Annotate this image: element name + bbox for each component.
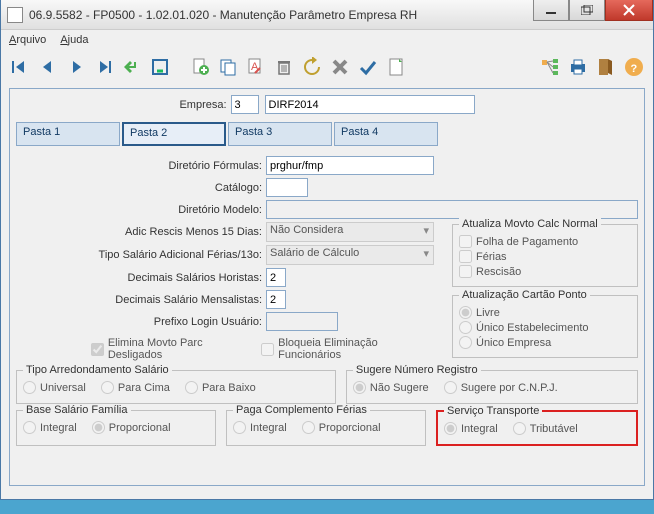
close-button[interactable] (605, 0, 653, 21)
sugere-numero-fieldset: Sugere Número Registro Não Sugere Sugere… (346, 370, 638, 404)
content-panel: Empresa: Pasta 1 Pasta 2 Pasta 3 Pasta 4… (9, 88, 645, 486)
diretorio-modelo-input[interactable] (266, 200, 638, 219)
paga-proporcional-radio[interactable]: Proporcional (302, 421, 381, 434)
svg-text:?: ? (631, 63, 638, 75)
exit-icon[interactable] (593, 54, 619, 80)
menu-ajuda[interactable]: Ajuda (60, 34, 88, 46)
tipo-salario-label: Tipo Salário Adicional Férias/13o: (16, 249, 266, 261)
catalogo-label: Catálogo: (16, 182, 266, 194)
unico-estab-radio[interactable]: Único Estabelecimento (459, 321, 631, 334)
empresa-name-input[interactable] (265, 95, 475, 114)
adic-rescis-label: Adic Rescis Menos 15 Dias: (16, 226, 266, 238)
transporte-integral-radio[interactable]: Integral (444, 422, 498, 435)
maximize-button[interactable] (569, 0, 605, 21)
tabs: Pasta 1 Pasta 2 Pasta 3 Pasta 4 (16, 122, 638, 146)
next-record-icon[interactable] (63, 54, 89, 80)
unico-empresa-radio[interactable]: Único Empresa (459, 336, 631, 349)
first-record-icon[interactable] (7, 54, 33, 80)
toolbar: A ? (1, 50, 653, 84)
livre-radio[interactable]: Livre (459, 306, 631, 319)
undo-icon[interactable] (299, 54, 325, 80)
paga-complemento-legend: Paga Complemento Férias (233, 404, 370, 416)
prefixo-label: Prefixo Login Usuário: (16, 316, 266, 328)
tab-pasta3[interactable]: Pasta 3 (228, 122, 332, 146)
cancel-icon[interactable] (327, 54, 353, 80)
base-proporcional-radio[interactable]: Proporcional (92, 421, 171, 434)
new-icon[interactable] (187, 54, 213, 80)
titlebar: 06.9.5582 - FP0500 - 1.02.01.020 - Manut… (1, 0, 653, 30)
menubar: Arquivo Ajuda (1, 30, 653, 50)
decimais-horistas-label: Decimais Salários Horistas: (16, 272, 266, 284)
tab-pasta2[interactable]: Pasta 2 (122, 122, 226, 146)
diretorio-formulas-label: Diretório Fórmulas: (16, 160, 266, 172)
adic-rescis-select[interactable]: Não Considera (266, 222, 434, 242)
ferias-checkbox[interactable]: Férias (459, 250, 631, 263)
transporte-tributavel-radio[interactable]: Tributável (513, 422, 578, 435)
atualiza-movto-fieldset: Atualiza Movto Calc Normal Folha de Paga… (452, 224, 638, 287)
base-integral-radio[interactable]: Integral (23, 421, 77, 434)
atualiza-cartao-fieldset: Atualização Cartão Ponto Livre Único Est… (452, 295, 638, 358)
nao-sugere-radio[interactable]: Não Sugere (353, 381, 429, 394)
para-cima-radio[interactable]: Para Cima (101, 381, 170, 394)
sugere-cnpj-radio[interactable]: Sugere por C.N.P.J. (444, 381, 558, 394)
folha-checkbox[interactable]: Folha de Pagamento (459, 235, 631, 248)
search-icon[interactable] (147, 54, 173, 80)
atualiza-cartao-legend: Atualização Cartão Ponto (459, 289, 590, 301)
universal-radio[interactable]: Universal (23, 381, 86, 394)
elimina-movto-checkbox[interactable]: Elimina Movto Parc Desligados (91, 337, 249, 361)
sugere-legend: Sugere Número Registro (353, 364, 481, 376)
return-icon[interactable] (119, 54, 145, 80)
tree-icon[interactable] (537, 54, 563, 80)
decimais-mensalistas-input[interactable] (266, 290, 286, 309)
edit-icon[interactable]: A (243, 54, 269, 80)
tipo-arredondamento-fieldset: Tipo Arredondamento Salário Universal Pa… (16, 370, 336, 404)
window-title: 06.9.5582 - FP0500 - 1.02.01.020 - Manut… (29, 8, 533, 22)
tipo-salario-select[interactable]: Salário de Cálculo (266, 245, 434, 265)
copy-icon[interactable] (215, 54, 241, 80)
catalogo-input[interactable] (266, 178, 308, 197)
servico-transporte-legend: Serviço Transporte (444, 405, 542, 417)
rescisao-checkbox[interactable]: Rescisão (459, 265, 631, 278)
servico-transporte-fieldset: Serviço Transporte Integral Tributável (436, 410, 638, 446)
delete-icon[interactable] (271, 54, 297, 80)
diretorio-modelo-label: Diretório Modelo: (16, 204, 266, 216)
document-icon[interactable] (383, 54, 409, 80)
diretorio-formulas-input[interactable] (266, 156, 434, 175)
empresa-code-input[interactable] (231, 95, 259, 114)
last-record-icon[interactable] (91, 54, 117, 80)
app-icon (7, 7, 23, 23)
base-salario-legend: Base Salário Família (23, 404, 131, 416)
bloqueia-checkbox[interactable]: Bloqueia Eliminação Funcionários (261, 337, 432, 361)
print-icon[interactable] (565, 54, 591, 80)
paga-complemento-fieldset: Paga Complemento Férias Integral Proporc… (226, 410, 426, 446)
empresa-label: Empresa: (179, 99, 230, 111)
para-baixo-radio[interactable]: Para Baixo (185, 381, 256, 394)
tab-pasta4[interactable]: Pasta 4 (334, 122, 438, 146)
confirm-icon[interactable] (355, 54, 381, 80)
prefixo-input[interactable] (266, 312, 338, 331)
atualiza-movto-legend: Atualiza Movto Calc Normal (459, 218, 601, 230)
paga-integral-radio[interactable]: Integral (233, 421, 287, 434)
tab-pasta1[interactable]: Pasta 1 (16, 122, 120, 146)
tipo-arred-legend: Tipo Arredondamento Salário (23, 364, 172, 376)
decimais-horistas-input[interactable] (266, 268, 286, 287)
menu-arquivo[interactable]: Arquivo (9, 34, 46, 46)
prev-record-icon[interactable] (35, 54, 61, 80)
decimais-mensalistas-label: Decimais Salário Mensalistas: (16, 294, 266, 306)
base-salario-fieldset: Base Salário Família Integral Proporcion… (16, 410, 216, 446)
help-icon[interactable]: ? (621, 54, 647, 80)
minimize-button[interactable] (533, 0, 569, 21)
